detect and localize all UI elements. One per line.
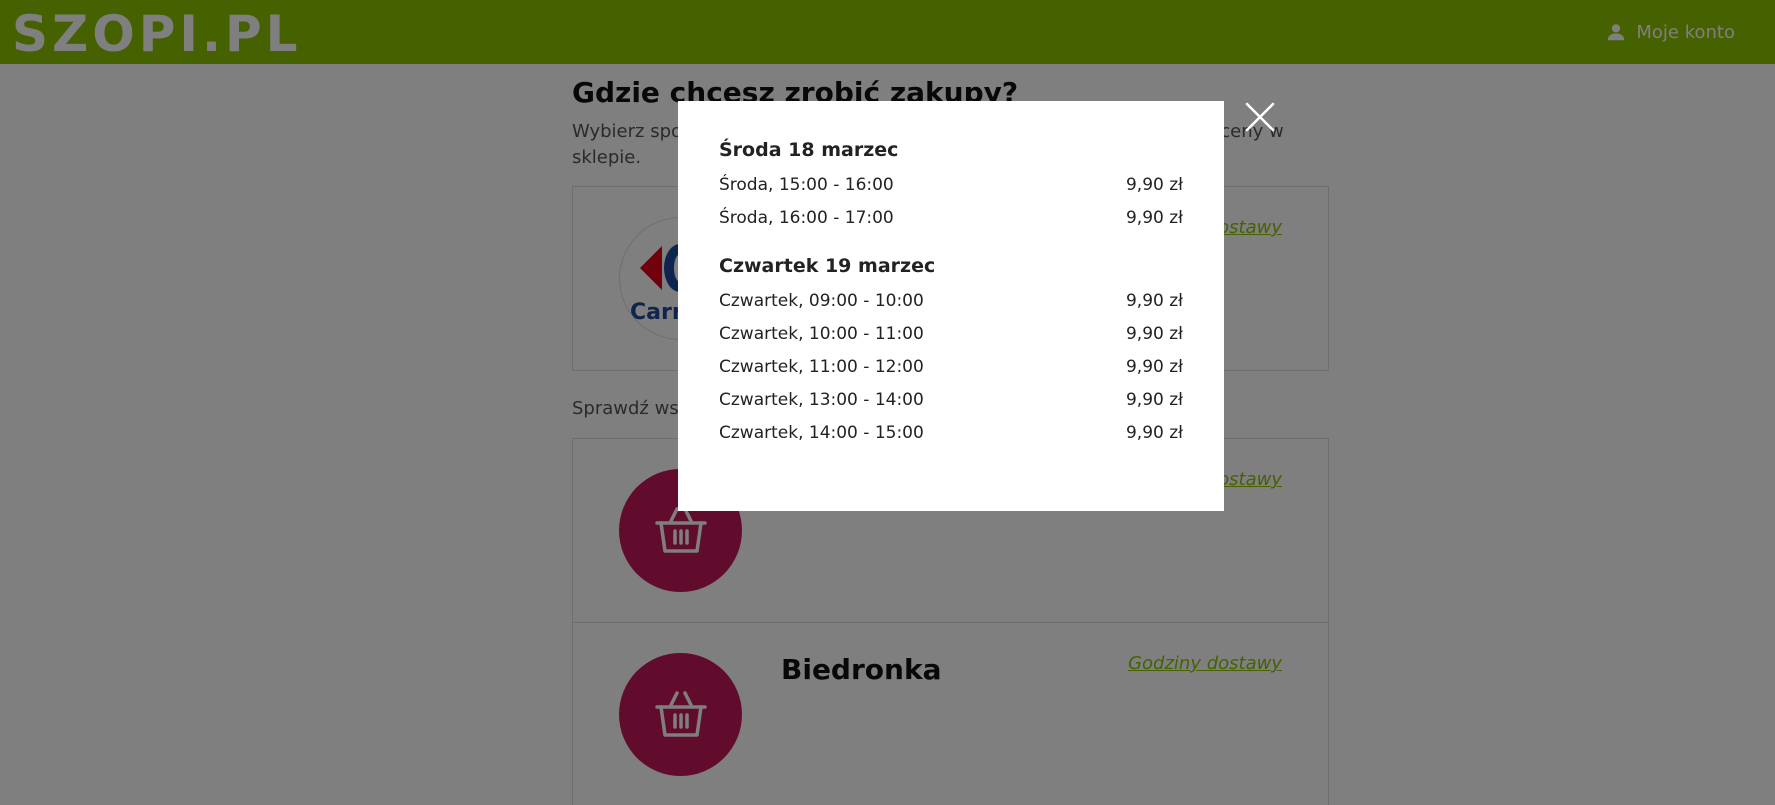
delivery-slot: Czwartek, 13:00 - 14:00 9,90 zł: [719, 384, 1183, 417]
slot-price: 9,90 zł: [1125, 175, 1183, 195]
close-modal-button[interactable]: [1244, 101, 1276, 133]
slot-price: 9,90 zł: [1125, 324, 1183, 344]
delivery-slot: Środa, 16:00 - 17:00 9,90 zł: [719, 202, 1183, 235]
delivery-slot: Czwartek, 09:00 - 10:00 9,90 zł: [719, 285, 1183, 318]
slot-time: Czwartek, 11:00 - 12:00: [719, 357, 924, 377]
slot-time: Środa, 16:00 - 17:00: [719, 208, 894, 228]
delivery-slot: Środa, 15:00 - 16:00 9,90 zł: [719, 169, 1183, 202]
delivery-slot: Czwartek, 14:00 - 15:00 9,90 zł: [719, 417, 1183, 450]
slot-price: 9,90 zł: [1125, 390, 1183, 410]
slot-list: Środa, 15:00 - 16:00 9,90 zł Środa, 16:0…: [719, 169, 1183, 235]
slot-price: 9,90 zł: [1125, 291, 1183, 311]
close-icon: [1245, 102, 1275, 132]
day-title: Środa 18 marzec: [719, 139, 899, 161]
delivery-slot: Czwartek, 10:00 - 11:00 9,90 zł: [719, 318, 1183, 351]
slot-price: 9,90 zł: [1125, 208, 1183, 228]
slot-time: Czwartek, 13:00 - 14:00: [719, 390, 924, 410]
day-title: Czwartek 19 marzec: [719, 255, 936, 277]
slot-price: 9,90 zł: [1125, 357, 1183, 377]
delivery-slot: Czwartek, 11:00 - 12:00 9,90 zł: [719, 351, 1183, 384]
slot-list: Czwartek, 09:00 - 10:00 9,90 zł Czwartek…: [719, 285, 1183, 450]
slot-time: Czwartek, 09:00 - 10:00: [719, 291, 924, 311]
slot-price: 9,90 zł: [1125, 423, 1183, 443]
delivery-hours-modal: Środa 18 marzec Środa, 15:00 - 16:00 9,9…: [678, 101, 1224, 511]
slot-time: Czwartek, 14:00 - 15:00: [719, 423, 924, 443]
slot-time: Czwartek, 10:00 - 11:00: [719, 324, 924, 344]
slot-time: Środa, 15:00 - 16:00: [719, 175, 894, 195]
